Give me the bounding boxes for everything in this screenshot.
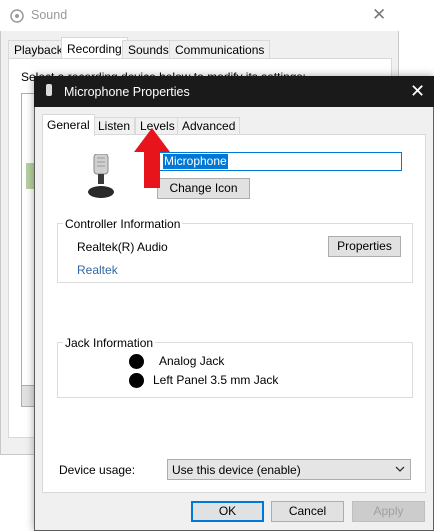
chevron-down-icon — [395, 466, 405, 472]
jack-information-group — [57, 342, 413, 398]
cancel-button[interactable]: Cancel — [271, 501, 344, 522]
jack-item: Left Panel 3.5 mm Jack — [153, 373, 279, 387]
dialog-close-icon[interactable]: ✕ — [410, 81, 425, 102]
controller-properties-button[interactable]: Properties — [328, 236, 401, 257]
sound-close-icon[interactable]: ✕ — [372, 5, 386, 25]
controller-name: Realtek(R) Audio — [77, 240, 168, 254]
device-usage-value: Use this device (enable) — [172, 463, 301, 477]
tab-general[interactable]: General — [42, 114, 95, 136]
microphone-icon — [46, 84, 52, 96]
jack-color-icon — [129, 354, 144, 369]
change-icon-button[interactable]: Change Icon — [157, 178, 250, 199]
apply-button[interactable]: Apply — [352, 501, 425, 522]
speaker-icon — [10, 9, 24, 23]
jack-color-icon — [129, 373, 144, 388]
jack-information-legend: Jack Information — [63, 336, 156, 350]
controller-vendor-link[interactable]: Realtek — [77, 263, 118, 277]
red-arrow-up-icon — [134, 128, 170, 188]
dialog-title: Microphone Properties — [64, 85, 190, 99]
controller-information-legend: Controller Information — [63, 217, 183, 231]
sound-tab-recording[interactable]: Recording — [61, 37, 128, 60]
device-usage-label: Device usage: — [59, 463, 136, 477]
device-name-text: Microphone — [163, 154, 228, 169]
ok-button[interactable]: OK — [191, 501, 264, 522]
jack-item: Analog Jack — [159, 354, 225, 368]
sound-window-title: Sound — [31, 8, 68, 22]
microphone-icon — [88, 154, 114, 198]
